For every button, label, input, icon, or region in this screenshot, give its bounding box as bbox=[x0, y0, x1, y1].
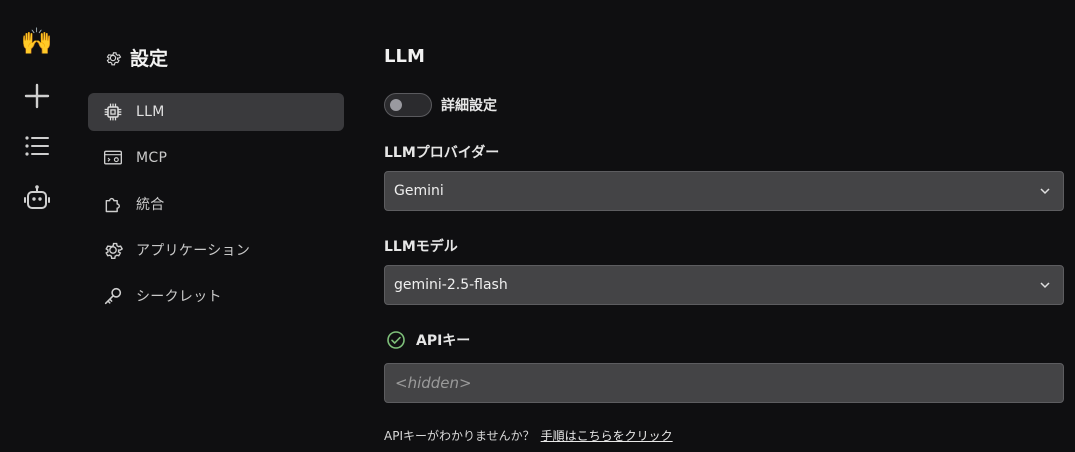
nav-item-secrets[interactable]: シークレット bbox=[88, 277, 344, 315]
nav-item-application[interactable]: アプリケーション bbox=[88, 231, 344, 269]
model-label: LLMモデル bbox=[384, 239, 458, 255]
advanced-toggle[interactable] bbox=[384, 93, 432, 117]
key-icon bbox=[102, 285, 124, 307]
page-title: LLM bbox=[384, 46, 425, 67]
nav-item-label: LLM bbox=[136, 104, 165, 120]
nav-item-label: シークレット bbox=[136, 289, 222, 305]
robot-icon bbox=[24, 185, 50, 209]
list-icon bbox=[25, 136, 49, 156]
nav-item-label: MCP bbox=[136, 150, 168, 166]
api-key-label: APIキー bbox=[416, 333, 471, 349]
api-key-label-row: APIキー bbox=[386, 330, 470, 350]
agent-button[interactable] bbox=[12, 178, 62, 218]
plus-icon bbox=[24, 83, 50, 109]
nav-item-mcp[interactable]: MCP bbox=[88, 139, 344, 177]
app-window: 🙌 設定 LLM MCP 統合 アプリケーション シークレット LLM 詳細設定… bbox=[0, 0, 1075, 452]
nav-item-integrations[interactable]: 統合 bbox=[88, 185, 344, 223]
chip-icon bbox=[102, 101, 124, 123]
gear-icon bbox=[106, 51, 122, 65]
model-select[interactable]: gemini-2.5-flash bbox=[384, 265, 1064, 305]
chevron-down-icon bbox=[1040, 282, 1050, 289]
instructions-link[interactable]: 手順はこちらをクリック bbox=[541, 427, 673, 444]
new-chat-button[interactable] bbox=[12, 76, 62, 116]
settings-title: 設定 bbox=[104, 44, 168, 71]
provider-label: LLMプロバイダー bbox=[384, 145, 500, 161]
gear-icon bbox=[102, 239, 124, 261]
api-key-input[interactable] bbox=[384, 363, 1064, 403]
provider-value: Gemini bbox=[394, 183, 444, 199]
settings-nav: LLM MCP 統合 アプリケーション シークレット bbox=[88, 93, 344, 323]
left-rail: 🙌 bbox=[0, 0, 74, 452]
nav-item-label: 統合 bbox=[136, 197, 165, 213]
provider-select[interactable]: Gemini bbox=[384, 171, 1064, 211]
server-gear-icon bbox=[102, 147, 124, 169]
nav-item-label: アプリケーション bbox=[136, 243, 251, 259]
nav-item-llm[interactable]: LLM bbox=[88, 93, 344, 131]
raising-hands-icon: 🙌 bbox=[20, 27, 54, 57]
raising-hands-logo[interactable]: 🙌 bbox=[12, 22, 62, 62]
chevron-down-icon bbox=[1040, 188, 1050, 195]
settings-title-text: 設定 bbox=[130, 48, 169, 70]
puzzle-icon bbox=[102, 193, 124, 215]
history-list-button[interactable] bbox=[12, 126, 62, 166]
advanced-toggle-row: 詳細設定 bbox=[384, 93, 497, 117]
model-value: gemini-2.5-flash bbox=[394, 277, 508, 293]
check-circle-icon bbox=[387, 331, 405, 349]
toggle-knob bbox=[390, 99, 402, 111]
help-text: APIキーがわかりませんか？ bbox=[384, 429, 535, 443]
api-key-help: APIキーがわかりませんか？ 手順はこちらをクリック bbox=[384, 427, 673, 444]
advanced-toggle-label: 詳細設定 bbox=[441, 98, 497, 114]
